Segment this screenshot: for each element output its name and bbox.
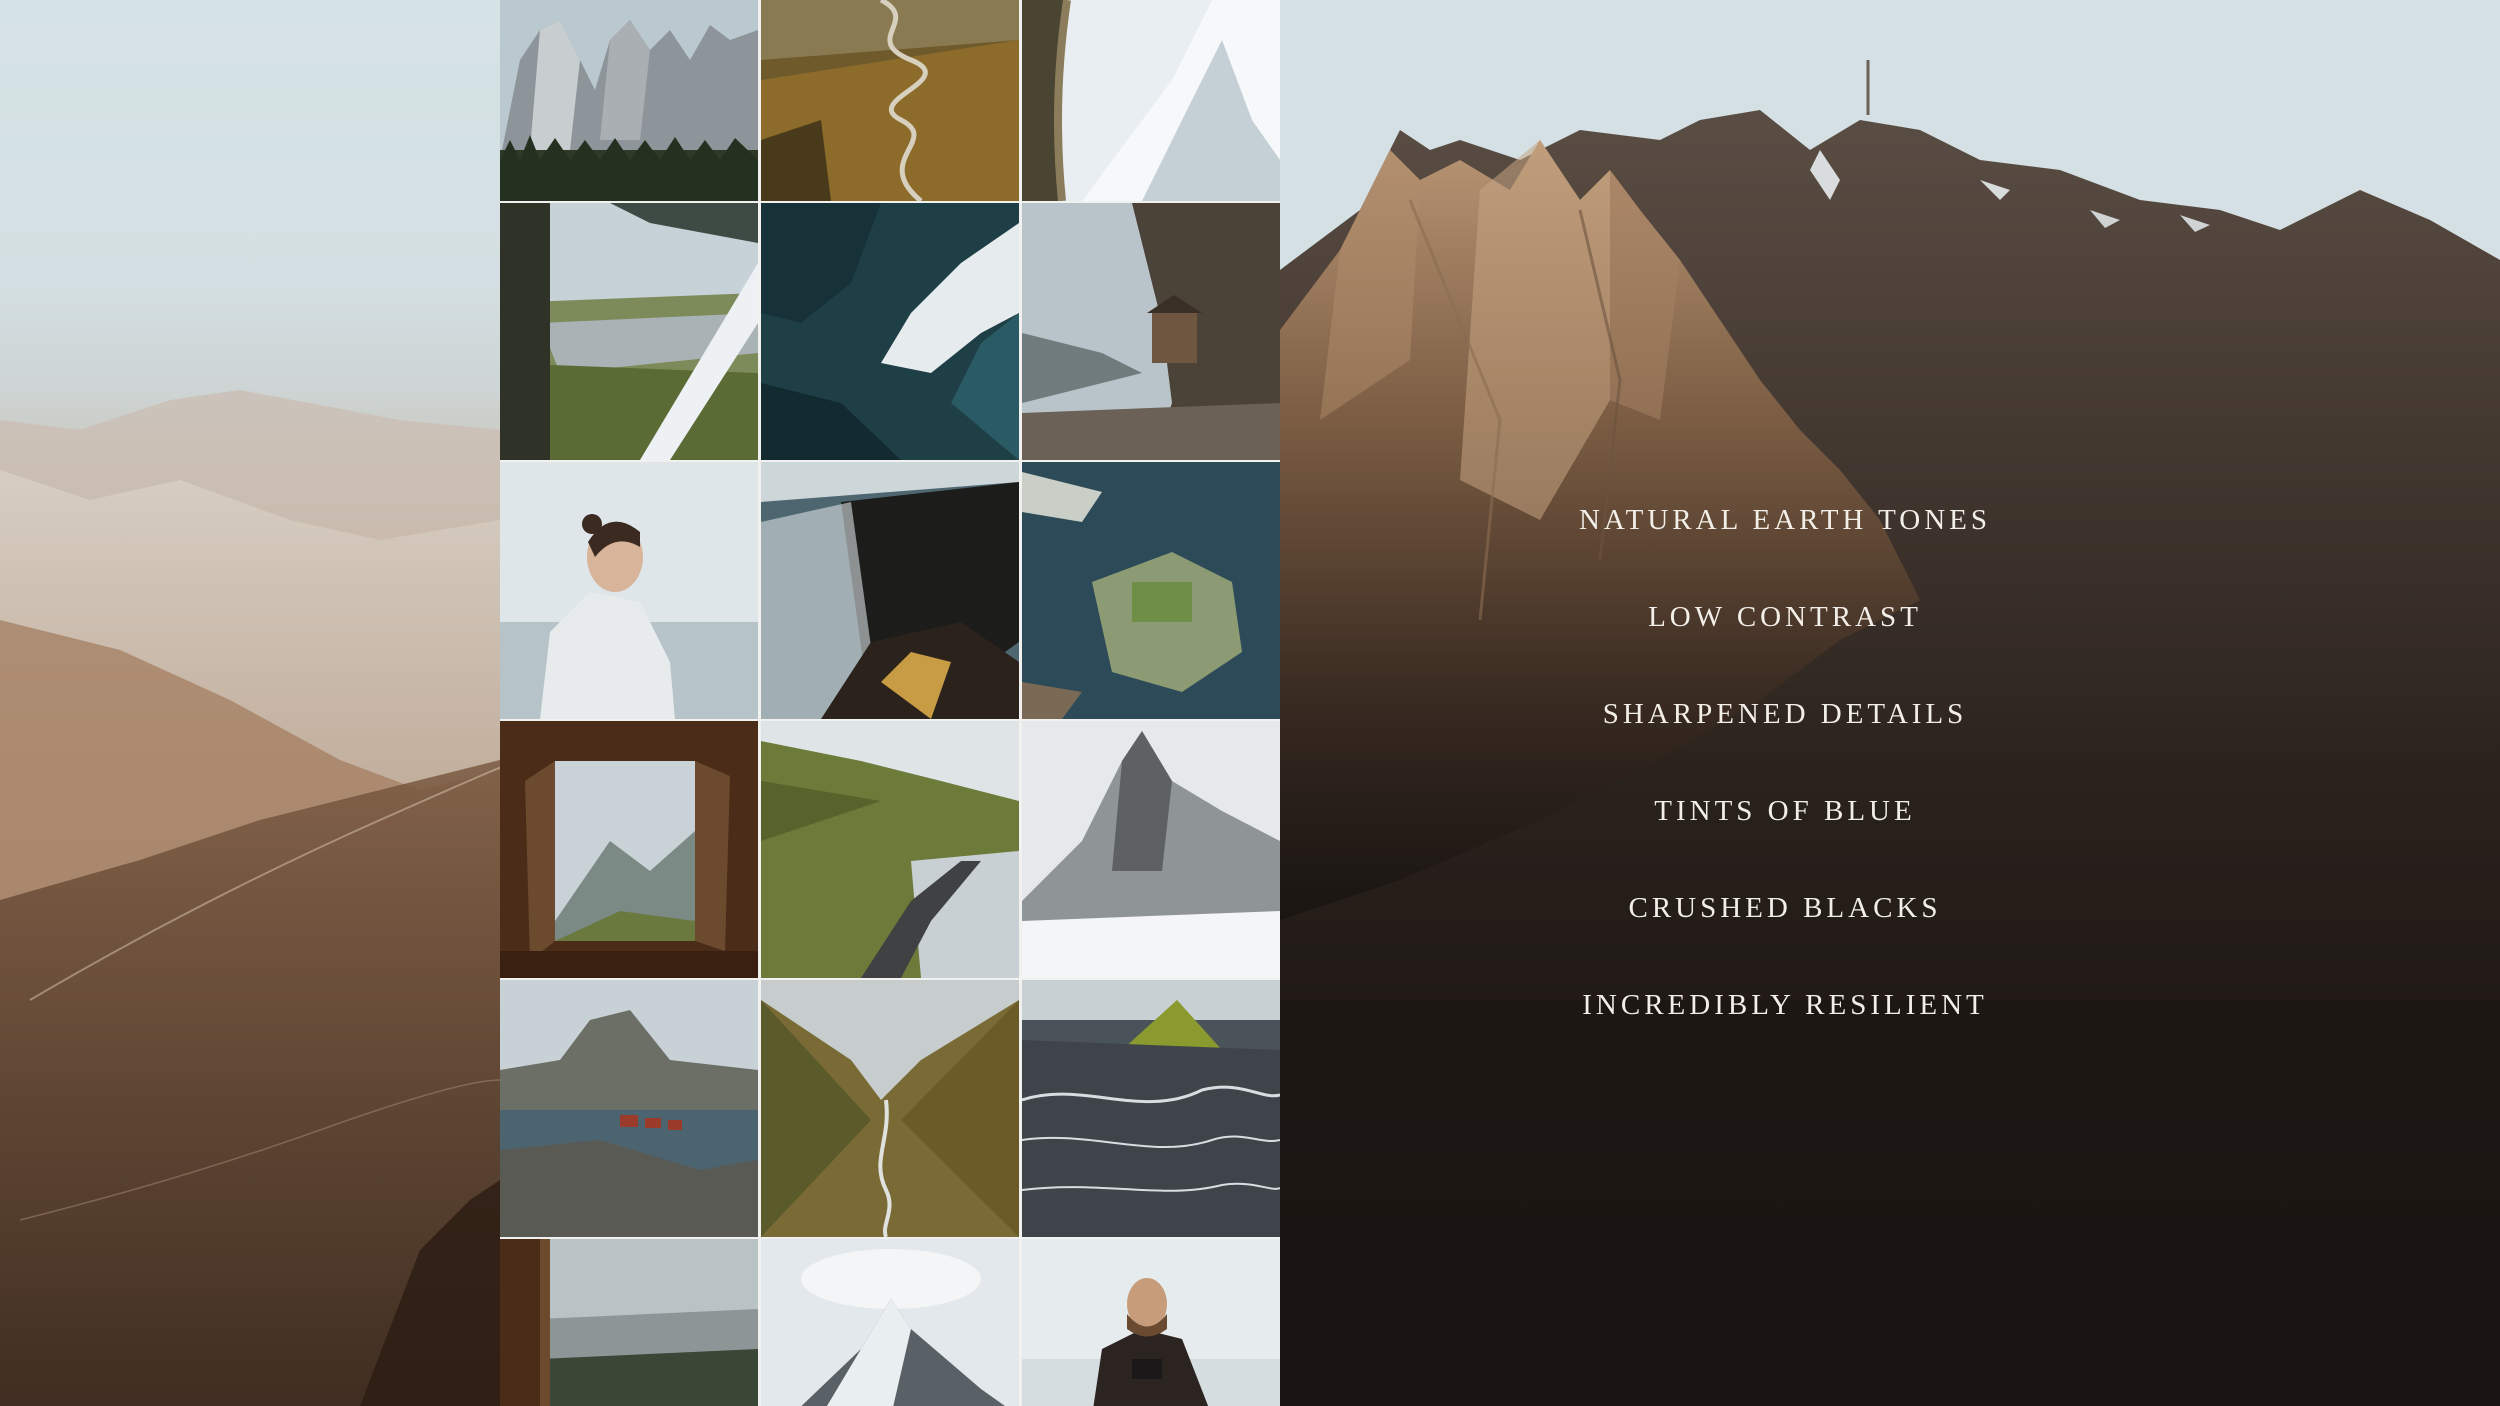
left-landscape-panel (0, 0, 516, 1406)
black-beach-photo (761, 462, 1019, 719)
feature-item-crushed-blacks: CRUSHED BLACKS (1628, 892, 1942, 924)
man-camera-photo (1022, 1239, 1280, 1406)
snowy-ridge-window-photo (1022, 0, 1280, 201)
lofoten-village-photo (500, 980, 758, 1237)
snow-peak-photo (1022, 721, 1280, 978)
granite-peaks-photo (500, 0, 758, 201)
window-mountain-photo (500, 721, 758, 978)
feature-item-tints-of-blue: TINTS OF BLUE (1654, 795, 1916, 827)
page-canvas: NATURAL EARTH TONES LOW CONTRAST SHARPEN… (0, 0, 2500, 1406)
feature-item-low-contrast: LOW CONTRAST (1648, 601, 1922, 633)
island-village-photo (1022, 462, 1280, 719)
hazy-mountain-image (0, 390, 516, 1406)
winding-road-photo (761, 0, 1019, 201)
valley-river-photo (761, 980, 1019, 1237)
cabin-window-photo (500, 1239, 758, 1406)
matterhorn-photo (761, 1239, 1019, 1406)
man-profile-photo (500, 462, 758, 719)
feature-item-natural-earth-tones: NATURAL EARTH TONES (1578, 504, 1992, 536)
feature-item-sharpened-details: SHARPENED DETAILS (1602, 698, 1968, 730)
plane-window-river-photo (500, 203, 758, 460)
feature-item-incredibly-resilient: INCREDIBLY RESILIENT (1582, 989, 1988, 1021)
road-lake-photo (761, 721, 1019, 978)
photo-grid (500, 0, 1280, 1406)
feature-list: NATURAL EARTH TONES LOW CONTRAST SHARPEN… (1480, 490, 2090, 1072)
ocean-wave-photo (761, 203, 1019, 460)
green-mountain-photo (1022, 980, 1280, 1237)
cliff-house-photo (1022, 203, 1280, 460)
